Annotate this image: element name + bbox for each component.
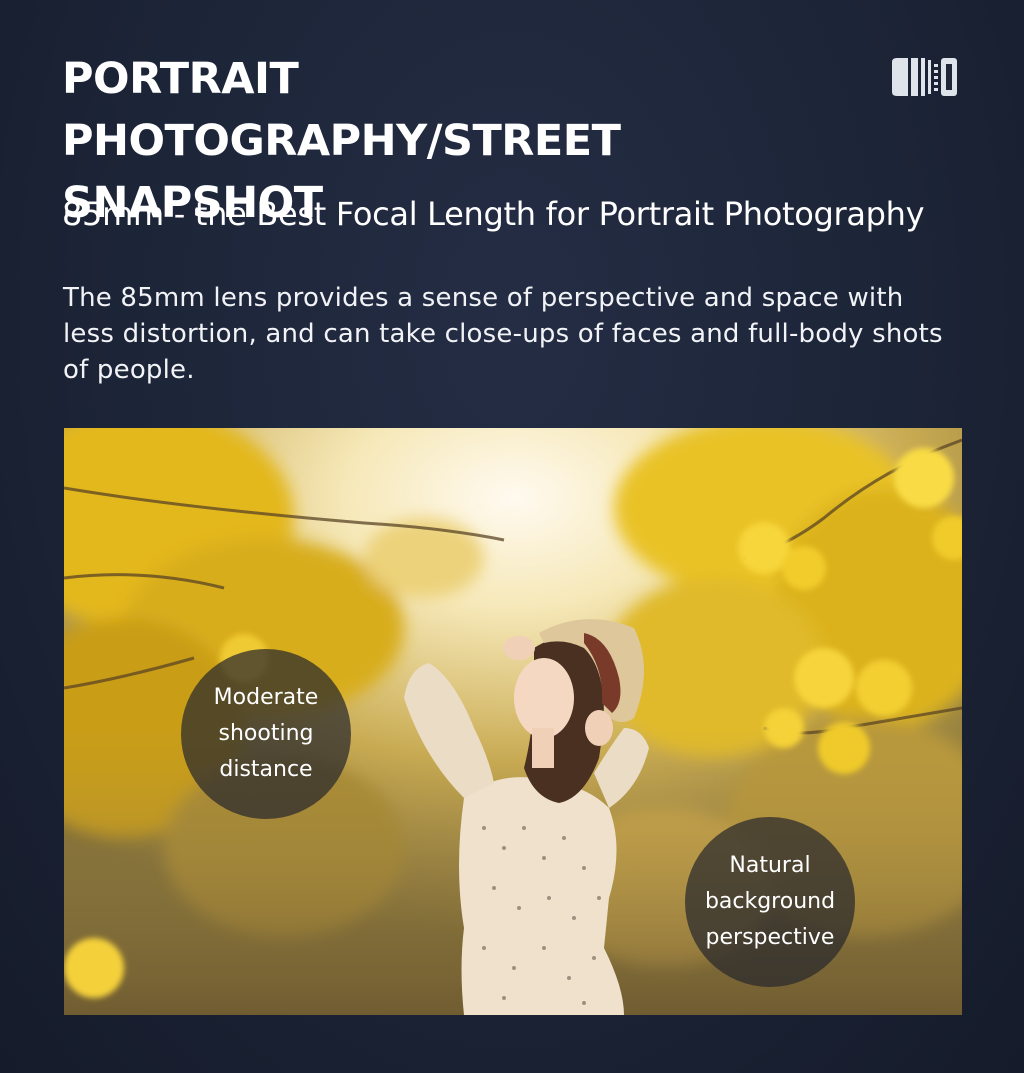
annotation-label: Natural background perspective [704,853,836,950]
portrait-photo: Moderate shooting distance Natural backg… [64,428,962,1015]
annotation-moderate-shooting-distance: Moderate shooting distance [181,649,351,819]
annotation-natural-background-perspective: Natural background perspective [685,817,855,987]
subtitle: 85mm - the Best Focal Length for Portrai… [62,195,925,233]
annotation-label: Moderate shooting distance [213,685,319,782]
description-text: The 85mm lens provides a sense of perspe… [63,283,943,385]
lens-mount-icon [890,54,966,100]
